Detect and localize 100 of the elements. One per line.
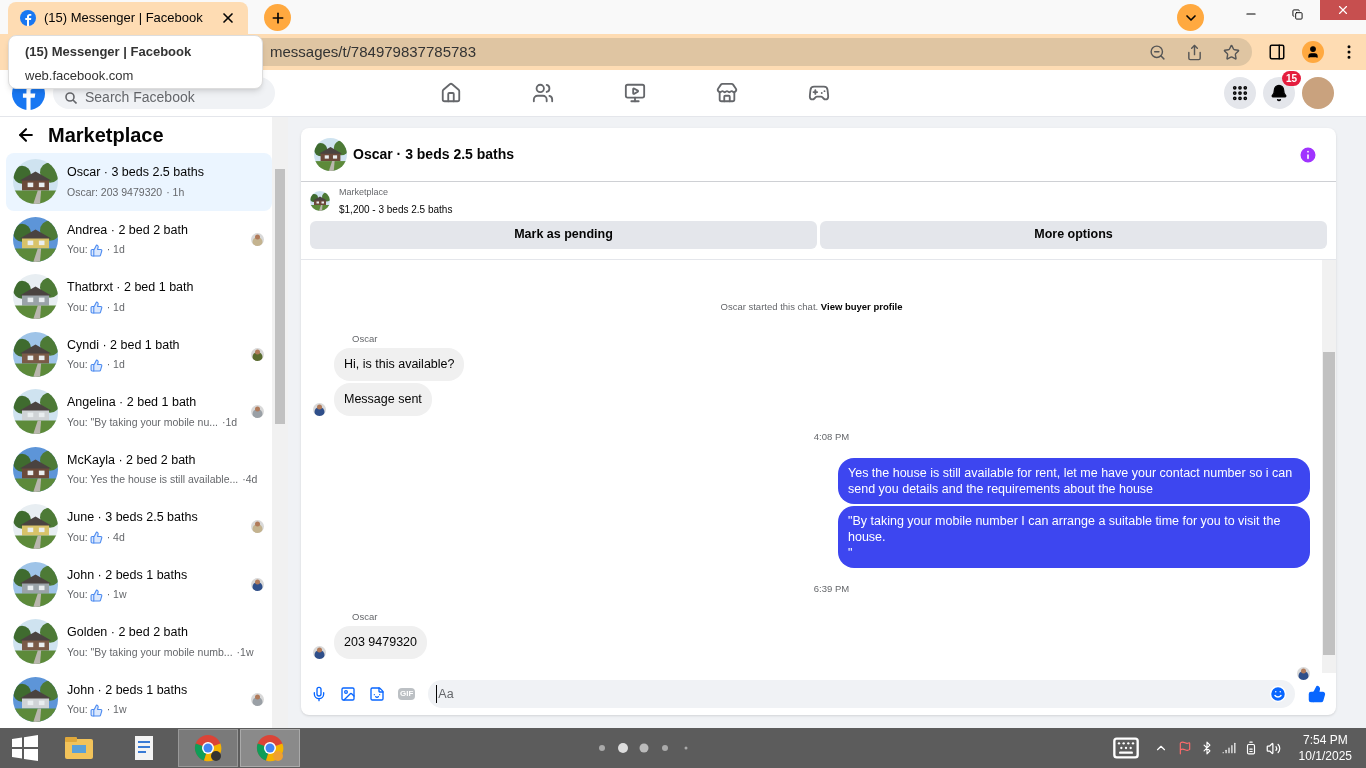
preview-text: Oscar: 203 9479320 (67, 184, 163, 200)
system-message: Oscar started this chat. View buyer profile (720, 299, 903, 314)
chrome-icon (256, 734, 284, 762)
conversation-title: Golden · 2 bed 2 bath (67, 624, 189, 641)
conversation-title: John · 2 beds 1 baths (67, 681, 189, 699)
preview-text: You: (67, 299, 88, 315)
action-button[interactable]: Mark as pending (310, 220, 817, 249)
message-input[interactable]: Aa (428, 680, 1295, 708)
time-text: ·1d (222, 414, 238, 430)
marketplace-icon[interactable] (716, 82, 738, 104)
video-icon[interactable] (624, 82, 646, 104)
clock-time[interactable]: 7:54 PM (1302, 732, 1348, 748)
conversation-title: Angelina · 2 bed 1 bath (67, 394, 198, 411)
signal-icon[interactable] (1221, 741, 1236, 755)
timestamp: 6:39 PM (813, 581, 850, 596)
thumbs-up-icon (89, 243, 103, 257)
sidebar-title: Marketplace (48, 123, 164, 148)
chrome-taskbar-button[interactable] (178, 729, 238, 767)
photo-icon[interactable] (340, 686, 356, 702)
scrollbar[interactable] (272, 117, 288, 728)
notification-badge: 15 (1282, 71, 1302, 86)
facebook-logo-icon (20, 10, 36, 26)
time-text: · 1d (106, 242, 125, 258)
preview-text: You: (67, 702, 88, 718)
bell-icon (1270, 84, 1288, 102)
action-button[interactable]: More options (820, 220, 1327, 249)
restore-icon (1291, 8, 1303, 20)
view-buyer-profile-link[interactable]: View buyer profile (820, 300, 903, 312)
listing-label: Marketplace (339, 186, 390, 199)
time-text: · 1d (106, 299, 125, 315)
time-text: · 1w (106, 587, 127, 603)
url-text: messages/t/784979837785783 (270, 41, 477, 62)
outgoing-message: "By taking your mobile number I can arrange a suitable time for you to visit the house. " (838, 505, 1310, 568)
file-explorer-icon[interactable] (64, 735, 94, 761)
time-text: · 1h (166, 184, 185, 200)
chat-title: Oscar · 3 beds 2.5 baths (353, 145, 516, 164)
sticker-icon[interactable] (369, 686, 385, 702)
time-text: · 4d (106, 529, 125, 545)
conversation-item[interactable]: Oscar · 3 beds 2.5 baths Oscar: 203 9479320 · 1h (6, 153, 272, 211)
search-placeholder: Search Facebook (85, 90, 195, 104)
time-text: · 1w (106, 702, 127, 718)
preview-text: You: "By taking your mobile nu... (67, 414, 218, 430)
tooltip-title: (15) Messenger | Facebook (25, 43, 193, 61)
chrome-icon (194, 734, 222, 762)
conversation-title: Oscar · 3 beds 2.5 baths (67, 164, 205, 181)
back-icon[interactable] (16, 125, 36, 145)
search-icon (65, 92, 77, 104)
preview-text: You: (67, 587, 88, 603)
grid-icon (1231, 84, 1249, 102)
zoom-out-icon[interactable] (1149, 43, 1166, 61)
home-icon[interactable] (440, 82, 462, 104)
outgoing-message: Yes the house is still available for rent, let me have your contact number so i can send you details and the requirements about the house (838, 457, 1310, 504)
preview-text: You: (67, 529, 88, 545)
scrollbar[interactable] (1322, 259, 1336, 673)
preview-text: You: (67, 357, 88, 373)
thumbs-up-icon (89, 588, 103, 602)
document-app-icon[interactable] (132, 735, 156, 761)
share-icon[interactable] (1186, 43, 1203, 61)
sender-name: Oscar (352, 610, 379, 624)
sender-name: Oscar (352, 331, 379, 346)
tab-title: (15) Messenger | Facebook (44, 9, 204, 28)
close-icon[interactable] (220, 10, 236, 26)
bookmark-star-icon[interactable] (1223, 43, 1240, 61)
time-text: ·4d (242, 472, 258, 488)
conversation-title: John · 2 beds 1 baths (67, 566, 189, 584)
menu-button[interactable] (1224, 77, 1256, 109)
microphone-icon[interactable] (311, 686, 327, 702)
info-icon[interactable] (1298, 144, 1318, 165)
emoji-icon[interactable] (1269, 685, 1287, 703)
volume-icon[interactable] (1265, 740, 1281, 756)
incoming-message: Hi, is this available? (334, 348, 465, 381)
browser-tab[interactable]: (15) Messenger | Facebook (8, 2, 248, 34)
conversation-title: Thatbrxt · 2 bed 1 bath (67, 279, 195, 296)
conversation-title: June · 3 beds 2.5 baths (67, 509, 199, 526)
preview-text: You: "By taking your mobile numb... (67, 644, 233, 660)
input-placeholder: Aa (436, 684, 1269, 704)
like-icon[interactable] (1308, 685, 1326, 703)
timestamp: 4:08 PM (813, 429, 850, 444)
time-text: · 1d (106, 357, 125, 373)
tab-search-button[interactable] (1177, 4, 1204, 31)
preview-text: You: (67, 242, 88, 258)
thumbs-up-icon (89, 703, 103, 717)
conversation-title: Andrea · 2 bed 2 bath (67, 221, 189, 239)
thumbs-up-icon (89, 301, 103, 315)
conversation-title: McKayla · 2 bed 2 bath (67, 451, 197, 469)
thumbs-up-icon (89, 358, 103, 372)
preview-text: You: Yes the house is still available... (67, 472, 239, 488)
profile-icon[interactable] (1302, 41, 1324, 63)
thumbs-up-icon (89, 531, 103, 545)
new-tab-button[interactable] (264, 4, 291, 31)
windows-start-icon[interactable] (12, 735, 38, 761)
friends-icon[interactable] (532, 82, 554, 104)
side-panel-icon[interactable] (1268, 43, 1286, 61)
clock-date[interactable]: 10/1/2025 (1298, 748, 1352, 764)
time-text: ·1w (236, 644, 254, 660)
incoming-message: Message sent (334, 382, 432, 416)
close-icon (1336, 3, 1350, 17)
listing-summary: $1,200 - 3 beds 2.5 baths (339, 202, 453, 217)
incoming-message: 203 9479320 (334, 626, 427, 659)
conversation-title: Cyndi · 2 bed 1 bath (67, 336, 181, 354)
